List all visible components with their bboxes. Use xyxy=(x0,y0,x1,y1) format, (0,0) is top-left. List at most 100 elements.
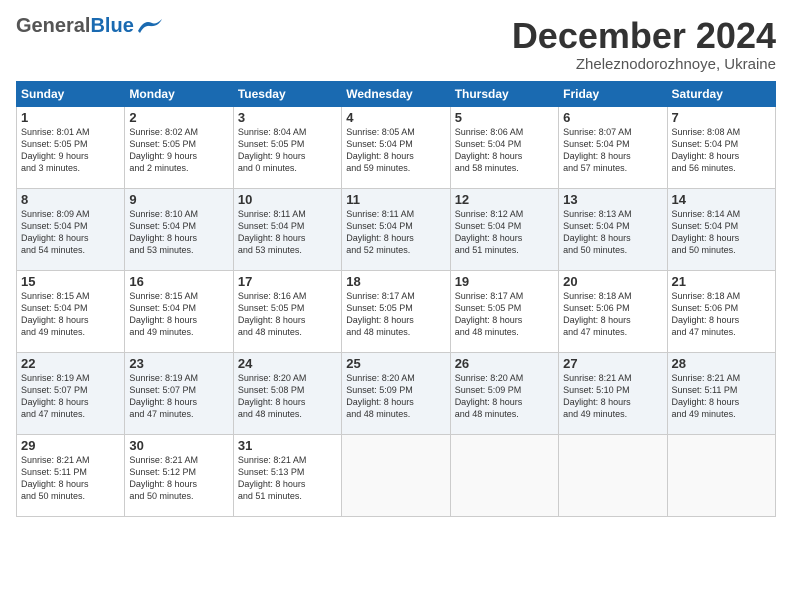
table-row: 11Sunrise: 8:11 AM Sunset: 5:04 PM Dayli… xyxy=(342,188,450,270)
day-info: Sunrise: 8:21 AM Sunset: 5:11 PM Dayligh… xyxy=(672,372,771,421)
day-number: 29 xyxy=(21,438,120,453)
day-info: Sunrise: 8:09 AM Sunset: 5:04 PM Dayligh… xyxy=(21,208,120,257)
day-number: 1 xyxy=(21,110,120,125)
day-info: Sunrise: 8:18 AM Sunset: 5:06 PM Dayligh… xyxy=(672,290,771,339)
table-row: 18Sunrise: 8:17 AM Sunset: 5:05 PM Dayli… xyxy=(342,270,450,352)
day-info: Sunrise: 8:06 AM Sunset: 5:04 PM Dayligh… xyxy=(455,126,554,175)
table-row: 4Sunrise: 8:05 AM Sunset: 5:04 PM Daylig… xyxy=(342,106,450,188)
day-number: 13 xyxy=(563,192,662,207)
table-row xyxy=(559,434,667,516)
calendar-table: Sunday Monday Tuesday Wednesday Thursday… xyxy=(16,81,776,517)
day-number: 9 xyxy=(129,192,228,207)
header: GeneralBlue December 2024 Zheleznodorozh… xyxy=(16,16,776,73)
week-row-1: 1Sunrise: 8:01 AM Sunset: 5:05 PM Daylig… xyxy=(17,106,776,188)
header-saturday: Saturday xyxy=(667,81,775,106)
table-row: 1Sunrise: 8:01 AM Sunset: 5:05 PM Daylig… xyxy=(17,106,125,188)
day-number: 31 xyxy=(238,438,337,453)
header-thursday: Thursday xyxy=(450,81,558,106)
table-row: 23Sunrise: 8:19 AM Sunset: 5:07 PM Dayli… xyxy=(125,352,233,434)
day-info: Sunrise: 8:20 AM Sunset: 5:09 PM Dayligh… xyxy=(455,372,554,421)
table-row: 7Sunrise: 8:08 AM Sunset: 5:04 PM Daylig… xyxy=(667,106,775,188)
table-row: 6Sunrise: 8:07 AM Sunset: 5:04 PM Daylig… xyxy=(559,106,667,188)
day-number: 15 xyxy=(21,274,120,289)
week-row-4: 22Sunrise: 8:19 AM Sunset: 5:07 PM Dayli… xyxy=(17,352,776,434)
logo-bird-icon xyxy=(136,17,162,35)
day-number: 30 xyxy=(129,438,228,453)
day-number: 23 xyxy=(129,356,228,371)
day-number: 5 xyxy=(455,110,554,125)
table-row: 9Sunrise: 8:10 AM Sunset: 5:04 PM Daylig… xyxy=(125,188,233,270)
day-info: Sunrise: 8:07 AM Sunset: 5:04 PM Dayligh… xyxy=(563,126,662,175)
location-subtitle: Zheleznodorozhnoye, Ukraine xyxy=(512,56,776,73)
day-number: 24 xyxy=(238,356,337,371)
day-info: Sunrise: 8:20 AM Sunset: 5:09 PM Dayligh… xyxy=(346,372,445,421)
table-row: 22Sunrise: 8:19 AM Sunset: 5:07 PM Dayli… xyxy=(17,352,125,434)
day-info: Sunrise: 8:13 AM Sunset: 5:04 PM Dayligh… xyxy=(563,208,662,257)
day-number: 11 xyxy=(346,192,445,207)
table-row: 20Sunrise: 8:18 AM Sunset: 5:06 PM Dayli… xyxy=(559,270,667,352)
table-row: 26Sunrise: 8:20 AM Sunset: 5:09 PM Dayli… xyxy=(450,352,558,434)
table-row: 29Sunrise: 8:21 AM Sunset: 5:11 PM Dayli… xyxy=(17,434,125,516)
table-row: 21Sunrise: 8:18 AM Sunset: 5:06 PM Dayli… xyxy=(667,270,775,352)
day-number: 6 xyxy=(563,110,662,125)
day-number: 25 xyxy=(346,356,445,371)
day-info: Sunrise: 8:08 AM Sunset: 5:04 PM Dayligh… xyxy=(672,126,771,175)
day-number: 17 xyxy=(238,274,337,289)
table-row: 17Sunrise: 8:16 AM Sunset: 5:05 PM Dayli… xyxy=(233,270,341,352)
day-info: Sunrise: 8:15 AM Sunset: 5:04 PM Dayligh… xyxy=(21,290,120,339)
day-number: 28 xyxy=(672,356,771,371)
header-friday: Friday xyxy=(559,81,667,106)
table-row: 5Sunrise: 8:06 AM Sunset: 5:04 PM Daylig… xyxy=(450,106,558,188)
table-row: 15Sunrise: 8:15 AM Sunset: 5:04 PM Dayli… xyxy=(17,270,125,352)
day-info: Sunrise: 8:17 AM Sunset: 5:05 PM Dayligh… xyxy=(346,290,445,339)
day-number: 10 xyxy=(238,192,337,207)
day-number: 18 xyxy=(346,274,445,289)
day-number: 16 xyxy=(129,274,228,289)
table-row: 25Sunrise: 8:20 AM Sunset: 5:09 PM Dayli… xyxy=(342,352,450,434)
table-row: 16Sunrise: 8:15 AM Sunset: 5:04 PM Dayli… xyxy=(125,270,233,352)
table-row: 28Sunrise: 8:21 AM Sunset: 5:11 PM Dayli… xyxy=(667,352,775,434)
day-info: Sunrise: 8:01 AM Sunset: 5:05 PM Dayligh… xyxy=(21,126,120,175)
header-monday: Monday xyxy=(125,81,233,106)
day-info: Sunrise: 8:21 AM Sunset: 5:12 PM Dayligh… xyxy=(129,454,228,503)
weekday-header-row: Sunday Monday Tuesday Wednesday Thursday… xyxy=(17,81,776,106)
table-row xyxy=(342,434,450,516)
day-number: 14 xyxy=(672,192,771,207)
day-info: Sunrise: 8:02 AM Sunset: 5:05 PM Dayligh… xyxy=(129,126,228,175)
week-row-3: 15Sunrise: 8:15 AM Sunset: 5:04 PM Dayli… xyxy=(17,270,776,352)
day-info: Sunrise: 8:11 AM Sunset: 5:04 PM Dayligh… xyxy=(238,208,337,257)
day-number: 26 xyxy=(455,356,554,371)
month-title: December 2024 xyxy=(512,16,776,56)
table-row: 12Sunrise: 8:12 AM Sunset: 5:04 PM Dayli… xyxy=(450,188,558,270)
day-number: 2 xyxy=(129,110,228,125)
day-info: Sunrise: 8:19 AM Sunset: 5:07 PM Dayligh… xyxy=(21,372,120,421)
table-row: 13Sunrise: 8:13 AM Sunset: 5:04 PM Dayli… xyxy=(559,188,667,270)
day-info: Sunrise: 8:21 AM Sunset: 5:11 PM Dayligh… xyxy=(21,454,120,503)
week-row-2: 8Sunrise: 8:09 AM Sunset: 5:04 PM Daylig… xyxy=(17,188,776,270)
day-info: Sunrise: 8:19 AM Sunset: 5:07 PM Dayligh… xyxy=(129,372,228,421)
day-number: 19 xyxy=(455,274,554,289)
title-block: December 2024 Zheleznodorozhnoye, Ukrain… xyxy=(512,16,776,73)
day-info: Sunrise: 8:12 AM Sunset: 5:04 PM Dayligh… xyxy=(455,208,554,257)
day-number: 27 xyxy=(563,356,662,371)
day-number: 20 xyxy=(563,274,662,289)
table-row: 2Sunrise: 8:02 AM Sunset: 5:05 PM Daylig… xyxy=(125,106,233,188)
day-info: Sunrise: 8:15 AM Sunset: 5:04 PM Dayligh… xyxy=(129,290,228,339)
day-info: Sunrise: 8:10 AM Sunset: 5:04 PM Dayligh… xyxy=(129,208,228,257)
day-number: 21 xyxy=(672,274,771,289)
header-wednesday: Wednesday xyxy=(342,81,450,106)
day-number: 8 xyxy=(21,192,120,207)
table-row: 8Sunrise: 8:09 AM Sunset: 5:04 PM Daylig… xyxy=(17,188,125,270)
day-info: Sunrise: 8:04 AM Sunset: 5:05 PM Dayligh… xyxy=(238,126,337,175)
table-row: 27Sunrise: 8:21 AM Sunset: 5:10 PM Dayli… xyxy=(559,352,667,434)
day-info: Sunrise: 8:16 AM Sunset: 5:05 PM Dayligh… xyxy=(238,290,337,339)
day-info: Sunrise: 8:11 AM Sunset: 5:04 PM Dayligh… xyxy=(346,208,445,257)
table-row: 31Sunrise: 8:21 AM Sunset: 5:13 PM Dayli… xyxy=(233,434,341,516)
day-number: 3 xyxy=(238,110,337,125)
day-number: 12 xyxy=(455,192,554,207)
logo: GeneralBlue xyxy=(16,16,162,36)
day-info: Sunrise: 8:17 AM Sunset: 5:05 PM Dayligh… xyxy=(455,290,554,339)
day-info: Sunrise: 8:20 AM Sunset: 5:08 PM Dayligh… xyxy=(238,372,337,421)
table-row xyxy=(450,434,558,516)
day-info: Sunrise: 8:05 AM Sunset: 5:04 PM Dayligh… xyxy=(346,126,445,175)
